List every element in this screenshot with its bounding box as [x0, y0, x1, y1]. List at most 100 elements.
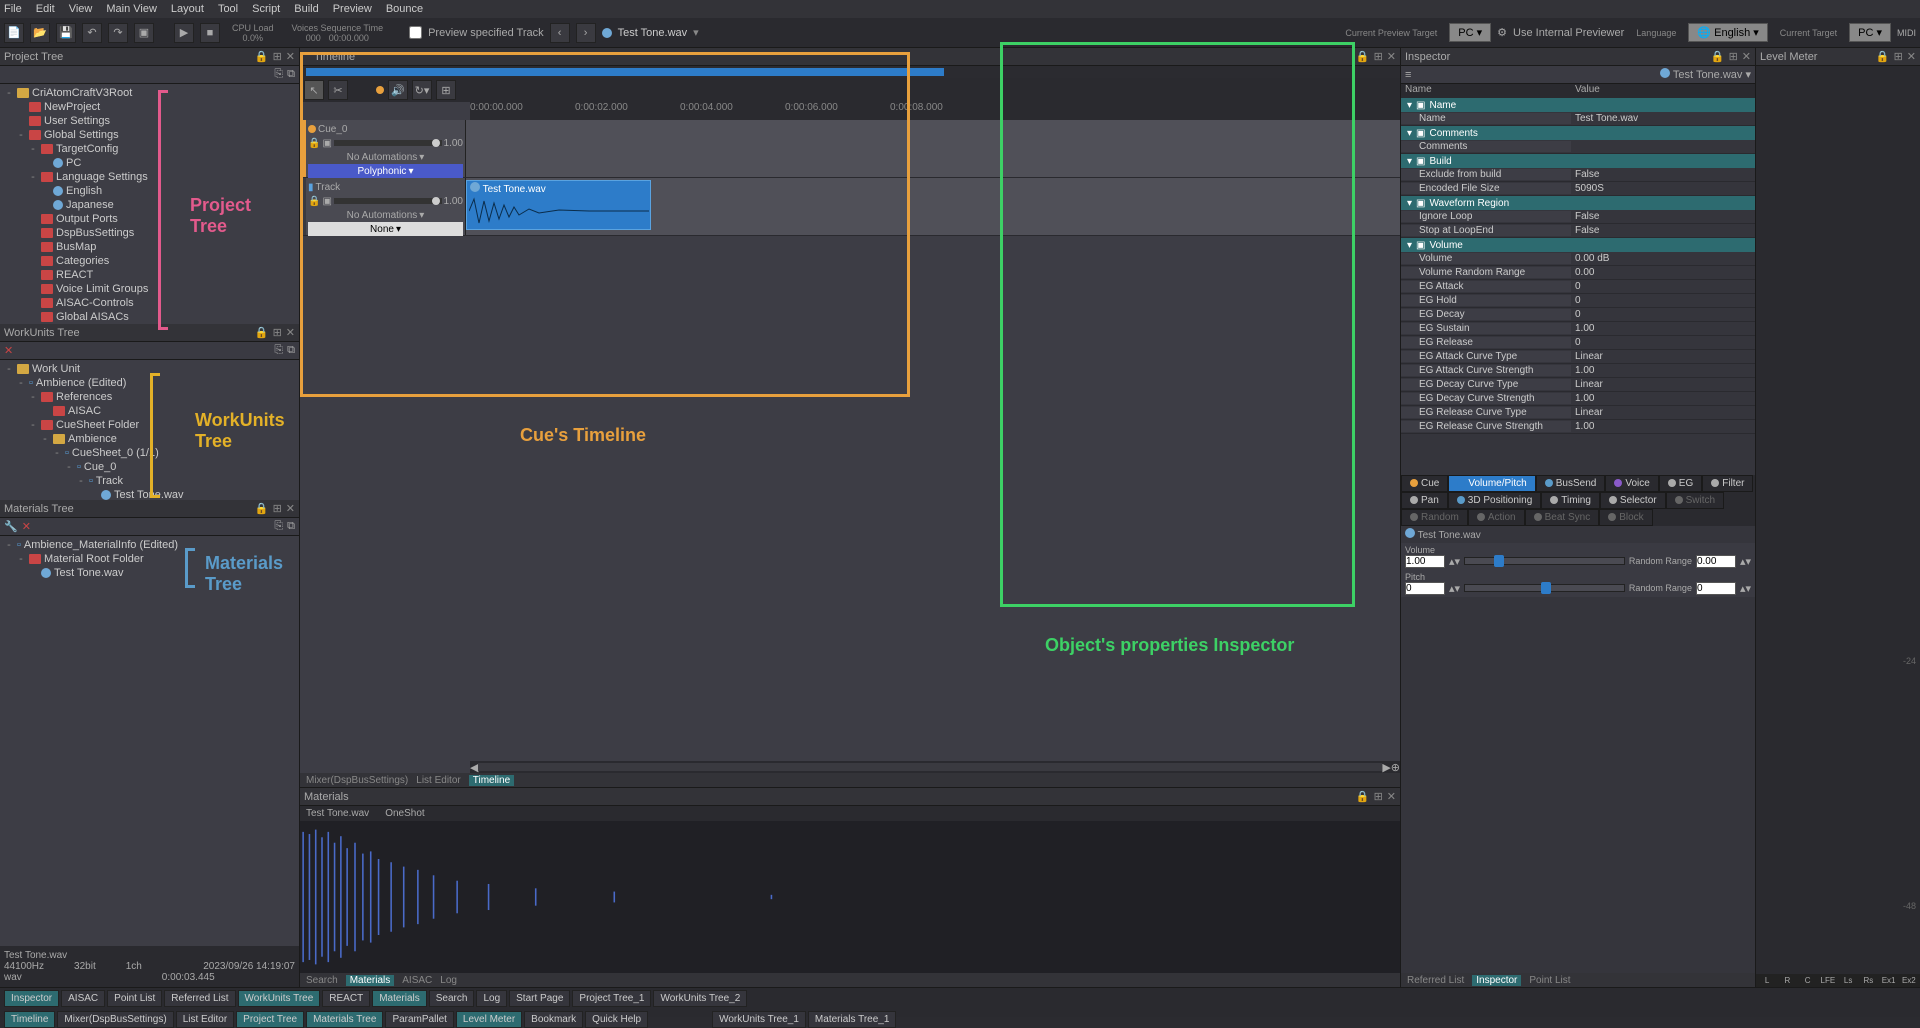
track-header[interactable]: ▮Track 🔒▣1.00 No Automations ▾ None ▾: [306, 178, 466, 235]
settings-icon[interactable]: ⊞: [1729, 50, 1738, 63]
tree-item[interactable]: -▫Ambience_MaterialInfo (Edited): [0, 538, 299, 552]
project-tree[interactable]: -CriAtomCraftV3RootNewProjectUser Settin…: [0, 84, 299, 324]
status-bookmark[interactable]: Bookmark: [524, 1011, 583, 1028]
menu-edit[interactable]: Edit: [36, 3, 55, 15]
status-list-editor[interactable]: List Editor: [176, 1011, 234, 1028]
inspector-tab-volume-pitch[interactable]: Volume/Pitch: [1448, 475, 1535, 492]
status-log[interactable]: Log: [476, 990, 507, 1007]
list-icon[interactable]: ≡: [1405, 69, 1411, 81]
tree-item[interactable]: REACT: [0, 268, 299, 282]
tab-inspector[interactable]: Inspector: [1472, 975, 1521, 986]
tree-item[interactable]: Global AISACs: [0, 310, 299, 324]
inspector-row[interactable]: Comments: [1401, 140, 1755, 154]
loop-icon[interactable]: ↻▾: [412, 80, 432, 100]
inspector-bottom-tabs[interactable]: Referred ListInspectorPoint List: [1401, 973, 1755, 987]
menu-script[interactable]: Script: [252, 3, 280, 15]
stop-icon[interactable]: ■: [200, 23, 220, 43]
inspector-tab-timing[interactable]: Timing: [1541, 492, 1600, 509]
link-icon[interactable]: ⎘: [274, 344, 283, 357]
menu-layout[interactable]: Layout: [171, 3, 204, 15]
status-search[interactable]: Search: [429, 990, 475, 1007]
status-workunits-tree_2[interactable]: WorkUnits Tree_2: [653, 990, 747, 1007]
inspector-tab-beat-sync[interactable]: Beat Sync: [1525, 509, 1600, 526]
status-project-tree_1[interactable]: Project Tree_1: [572, 990, 651, 1007]
inspector-section[interactable]: ▾▣ Waveform Region: [1401, 196, 1755, 210]
audio-clip[interactable]: Test Tone.wav: [466, 180, 651, 230]
close-icon[interactable]: ✕: [1742, 50, 1751, 63]
tree-item[interactable]: -▫Track: [0, 474, 299, 488]
inspector-row[interactable]: Exclude from buildFalse: [1401, 168, 1755, 182]
settings-icon[interactable]: ⊞: [1374, 790, 1383, 803]
tree-item[interactable]: Test Tone.wav: [0, 488, 299, 500]
close-icon[interactable]: ✕: [1387, 790, 1396, 803]
menu-main-view[interactable]: Main View: [106, 3, 157, 15]
volume-rr-input[interactable]: [1696, 555, 1736, 568]
status-materials-tree[interactable]: Materials Tree: [306, 1011, 383, 1028]
inspector-tab-cue[interactable]: Cue: [1401, 475, 1448, 492]
menu-bounce[interactable]: Bounce: [386, 3, 423, 15]
close-icon[interactable]: ✕: [1387, 50, 1396, 63]
tree-item[interactable]: -▫CueSheet_0 (1/1): [0, 446, 299, 460]
status-start-page[interactable]: Start Page: [509, 990, 570, 1007]
inspector-row[interactable]: EG Hold0: [1401, 294, 1755, 308]
tree-item[interactable]: Voice Limit Groups: [0, 282, 299, 296]
build-icon[interactable]: ▣: [134, 23, 154, 43]
lock-icon[interactable]: 🔒: [255, 50, 269, 63]
tree-item[interactable]: Categories: [0, 254, 299, 268]
dropdown-icon[interactable]: ▾: [693, 26, 699, 39]
inspector-row[interactable]: EG Release Curve TypeLinear: [1401, 406, 1755, 420]
inspector-tab-block[interactable]: Block: [1599, 509, 1652, 526]
tree-item[interactable]: -CueSheet Folder: [0, 418, 299, 432]
tree-item[interactable]: -Global Settings: [0, 128, 299, 142]
tree-item[interactable]: -▫Cue_0: [0, 460, 299, 474]
arrow-tool-icon[interactable]: ↖: [304, 80, 324, 100]
inspector-tab-voice[interactable]: Voice: [1605, 475, 1658, 492]
tree-item[interactable]: -Work Unit: [0, 362, 299, 376]
menu-tool[interactable]: Tool: [218, 3, 238, 15]
inspector-row[interactable]: Volume0.00 dB: [1401, 252, 1755, 266]
tree-item[interactable]: -Ambience: [0, 432, 299, 446]
tree-item[interactable]: PC: [0, 156, 299, 170]
settings-icon[interactable]: ⊞: [273, 502, 282, 515]
status-workunits-tree_1[interactable]: WorkUnits Tree_1: [712, 1011, 806, 1028]
inspector-tab-selector[interactable]: Selector: [1600, 492, 1666, 509]
menu-preview[interactable]: Preview: [333, 3, 372, 15]
inspector-row[interactable]: EG Attack Curve TypeLinear: [1401, 350, 1755, 364]
tab-aisac[interactable]: AISAC: [402, 975, 432, 986]
language-dropdown[interactable]: 🌐 English ▾: [1688, 23, 1767, 42]
snap-icon[interactable]: ⊞: [436, 80, 456, 100]
tree-item[interactable]: BusMap: [0, 240, 299, 254]
new-icon[interactable]: 📄: [4, 23, 24, 43]
play-icon[interactable]: ▶: [174, 23, 194, 43]
status-materials-tree_1[interactable]: Materials Tree_1: [808, 1011, 896, 1028]
close-icon[interactable]: ✕: [286, 50, 295, 63]
link-icon[interactable]: ⎘: [274, 68, 283, 81]
tab-list editor[interactable]: List Editor: [416, 775, 460, 786]
menu-view[interactable]: View: [69, 3, 93, 15]
lock-icon[interactable]: 🔒: [1356, 50, 1370, 63]
inspector-row[interactable]: EG Release Curve Strength1.00: [1401, 420, 1755, 434]
tool-icon[interactable]: 🔧: [4, 520, 18, 533]
gear-icon[interactable]: ⚙: [1497, 26, 1507, 39]
tree-item[interactable]: NewProject: [0, 100, 299, 114]
inspector-row[interactable]: Encoded File Size5090S: [1401, 182, 1755, 196]
link-icon[interactable]: ⎘: [274, 520, 283, 533]
tree-item[interactable]: -▫Ambience (Edited): [0, 376, 299, 390]
volume-input[interactable]: [1405, 555, 1445, 568]
volume-slider[interactable]: [1464, 557, 1625, 565]
tab-search[interactable]: Search: [306, 975, 338, 986]
next-icon[interactable]: ›: [576, 23, 596, 43]
inspector-section[interactable]: ▾▣ Build: [1401, 154, 1755, 168]
pitch-slider[interactable]: [1464, 584, 1625, 592]
preview-track-checkbox[interactable]: [409, 26, 422, 39]
inspector-section[interactable]: ▾▣ Comments: [1401, 126, 1755, 140]
cue-header[interactable]: Cue_0 🔒▣1.00 No Automations ▾ Polyphonic…: [306, 120, 466, 177]
inspector-row[interactable]: EG Release0: [1401, 336, 1755, 350]
tree-item[interactable]: -TargetConfig: [0, 142, 299, 156]
status-level-meter[interactable]: Level Meter: [456, 1011, 522, 1028]
inspector-section[interactable]: ▾▣ Volume: [1401, 238, 1755, 252]
current-target-dropdown[interactable]: PC ▾: [1849, 23, 1891, 42]
status-timeline[interactable]: Timeline: [4, 1011, 55, 1028]
inspector-tab-bussend[interactable]: BusSend: [1536, 475, 1606, 492]
lock-icon[interactable]: 🔒: [1356, 790, 1370, 803]
